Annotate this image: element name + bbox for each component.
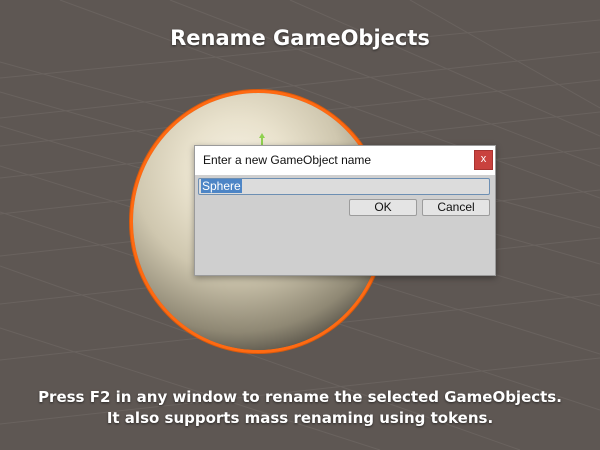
ok-button[interactable]: OK — [349, 199, 417, 216]
page-title: Rename GameObjects — [170, 26, 430, 50]
dialog-titlebar[interactable]: Enter a new GameObject name x — [195, 146, 495, 175]
gameobject-name-input[interactable]: Sphere — [198, 178, 490, 195]
caption-line-1: Press F2 in any window to rename the sel… — [38, 388, 562, 406]
caption: Press F2 in any window to rename the sel… — [0, 387, 600, 429]
dialog-title: Enter a new GameObject name — [203, 153, 372, 167]
rename-dialog: Enter a new GameObject name x Sphere OK … — [194, 145, 496, 276]
cancel-button[interactable]: Cancel — [422, 199, 490, 216]
caption-line-2: It also supports mass renaming using tok… — [106, 409, 494, 427]
green-axis-gizmo-icon[interactable] — [258, 133, 266, 145]
close-button[interactable]: x — [474, 150, 493, 170]
selected-text: Sphere — [201, 179, 242, 193]
scene-view[interactable]: Rename GameObjects Enter a new GameObjec… — [0, 0, 600, 450]
close-icon: x — [480, 153, 487, 165]
